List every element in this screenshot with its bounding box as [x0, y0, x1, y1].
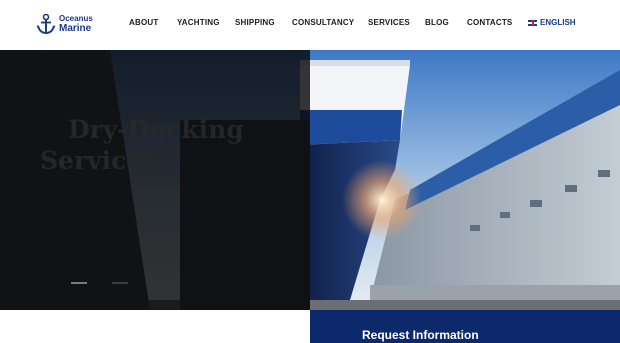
nav-services[interactable]: SERVICES [368, 18, 410, 27]
hero-title-line1: Dry-Docking [68, 115, 244, 144]
slider-indicator-active[interactable] [71, 282, 87, 284]
site-header: Oceanus Marine ABOUT YACHTING SHIPPING C… [0, 0, 620, 50]
nav-yachting[interactable]: YACHTING [177, 18, 220, 27]
brand-line1: Oceanus [59, 14, 93, 23]
request-information-button[interactable]: Request Information [310, 310, 620, 343]
hero-title: Dry-Docking Services [40, 114, 244, 176]
nav-about[interactable]: ABOUT [129, 18, 158, 27]
anchor-logo-icon [36, 13, 56, 35]
language-label: ENGLISH [540, 18, 576, 27]
language-switcher[interactable]: ENGLISH [528, 18, 576, 27]
request-information-label: Request Information [362, 328, 479, 342]
nav-contacts[interactable]: CONTACTS [467, 18, 512, 27]
nav-blog[interactable]: BLOG [425, 18, 449, 27]
hero-overlay [0, 50, 310, 310]
brand-line2: Marine [59, 23, 92, 34]
slider-indicator[interactable] [112, 282, 128, 284]
hero-banner: Dry-Docking Services [0, 50, 620, 310]
brand-name: Oceanus Marine [59, 14, 93, 34]
oceanus-marine-logo[interactable]: Oceanus Marine [36, 12, 94, 36]
hero-title-line2: Services [40, 146, 157, 175]
nav-consultancy[interactable]: CONSULTANCY [292, 18, 354, 27]
content-area [0, 310, 310, 343]
uk-flag-icon [528, 19, 537, 26]
nav-shipping[interactable]: SHIPPING [235, 18, 275, 27]
